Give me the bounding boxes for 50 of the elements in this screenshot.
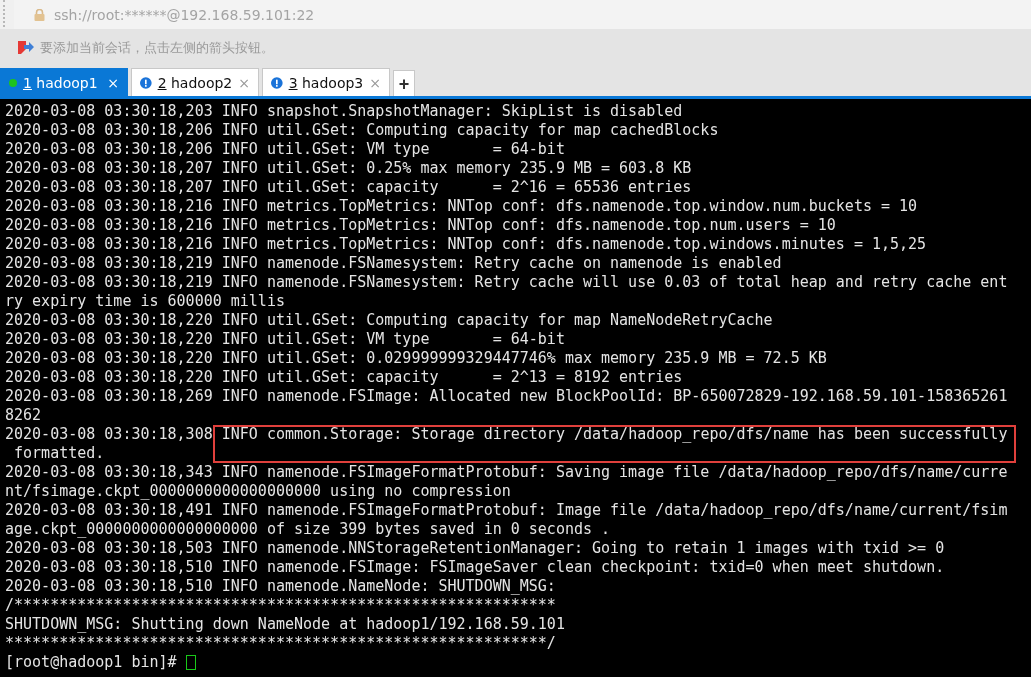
terminal-line: 2020-03-08 03:30:18,308 xyxy=(5,425,213,443)
terminal[interactable] xyxy=(0,99,1031,677)
terminal-line: 2020-03-08 03:30:18,220 INFO util.GSet: capacity = 2^13 = 8192 entries xyxy=(5,368,684,387)
terminal-line: 2020-03-08 03:30:18,207 INFO util.GSet: 0.25% max memory 235.9 MB = 603.8 KB xyxy=(5,159,693,178)
close-icon[interactable]: × xyxy=(238,74,250,91)
cursor xyxy=(185,655,196,670)
close-icon[interactable]: × xyxy=(107,74,119,91)
arrow-flag-icon[interactable] xyxy=(18,40,34,55)
terminal-line: formatted. xyxy=(13,444,106,463)
terminal-line: age.ckpt_0000000000000000000 of size 399 bytes saved in 0 seconds . xyxy=(5,520,612,539)
terminal-line: 2020-03-08 03:30:18,216 INFO metrics.TopMetrics: NNTop conf: dfs.namenode.top.window.num.buckets = 10 xyxy=(5,197,919,216)
close-icon[interactable]: × xyxy=(369,74,381,91)
shell-prompt: [root@hadoop1 bin]# xyxy=(5,653,178,672)
terminal-line: 2020-03-08 03:30:18,343 INFO namenode.FSImageFormatProtobuf: Saving image file /data/hadoop_repo/dfs/name/curre xyxy=(5,463,1009,482)
new-tab-button[interactable]: + xyxy=(393,70,415,96)
tab-label: 2 hadoop2 xyxy=(157,74,233,91)
terminal-line: 2020-03-08 03:30:18,206 INFO util.GSet: Computing capacity for map cachedBlocks xyxy=(5,121,720,140)
terminal-line: 2020-03-08 03:30:18,220 INFO util.GSet: 0.029999999329447746% max memory 235.9 MB = 72.5 KB xyxy=(5,349,828,368)
session-tab[interactable]: 2 hadoop2 × xyxy=(131,68,259,96)
session-tab[interactable]: 1 hadoop1 × xyxy=(0,68,128,96)
session-tab[interactable]: 3 hadoop3 × xyxy=(262,68,390,96)
terminal-line: INFO common.Storage: Storage directory /data/hadoop_repo/dfs/name has been successfully xyxy=(221,425,1008,443)
terminal-line: SHUTDOWN_MSG: Shutting down NameNode at hadoop1/192.168.59.101 xyxy=(5,615,566,634)
terminal-line: 2020-03-08 03:30:18,220 INFO util.GSet: VM type = 64-bit xyxy=(5,330,566,349)
terminal-line: 2020-03-08 03:30:18,503 INFO namenode.NNStorageRetentionManager: Going to retain 1 images with txid >= 0 xyxy=(5,539,946,558)
terminal-line: 2020-03-08 03:30:18,269 INFO namenode.FSImage: Allocated new BlockPoolId: BP-650072829-192.168.59.101-158365261 xyxy=(5,387,1009,406)
terminal-line: /************************************************************ xyxy=(5,596,557,615)
terminal-line: 2020-03-08 03:30:18,207 INFO util.GSet: capacity = 2^16 = 65536 entries xyxy=(5,178,693,197)
hint-text: 要添加当前会话，点击左侧的箭头按钮。 xyxy=(40,38,274,57)
terminal-line: ************************************************************/ xyxy=(5,634,557,653)
terminal-line: 8262 xyxy=(5,406,43,425)
terminal-line: 2020-03-08 03:30:18,220 INFO util.GSet: Computing capacity for map NameNodeRetryCache xyxy=(5,311,774,330)
status-dot-icon xyxy=(9,78,17,87)
tab-label: 3 hadoop3 xyxy=(288,74,364,91)
lock-icon xyxy=(34,8,45,21)
terminal-line: ry expiry time is 600000 millis xyxy=(5,292,286,311)
terminal-line: 2020-03-08 03:30:18,219 INFO namenode.FSNamesystem: Retry cache on namenode is enabled xyxy=(5,254,783,273)
terminal-line: 2020-03-08 03:30:18,491 INFO namenode.FSImageFormatProtobuf: Image file /data/hadoop_repo/dfs/name/current/fsim xyxy=(5,501,1009,520)
terminal-line: 2020-03-08 03:30:18,216 INFO metrics.TopMetrics: NNTop conf: dfs.namenode.top.num.users = 10 xyxy=(5,216,837,235)
terminal-line: 2020-03-08 03:30:18,510 INFO namenode.FSImage: FSImageSaver clean checkpoint: txid=0 when meet shutdown. xyxy=(5,558,946,577)
terminal-line: nt/fsimage.ckpt_0000000000000000000 using no compression xyxy=(5,482,512,501)
terminal-line: 2020-03-08 03:30:18,206 INFO util.GSet: VM type = 64-bit xyxy=(5,140,566,159)
terminal-line: 2020-03-08 03:30:18,216 INFO metrics.TopMetrics: NNTop conf: dfs.namenode.top.windows.minutes = 1,5,25 xyxy=(5,235,928,254)
alert-icon xyxy=(271,75,283,90)
tab-label: 1 hadoop1 xyxy=(23,74,99,91)
address-text: ssh://root:******@192.168.59.101:22 xyxy=(54,6,315,23)
terminal-line: 2020-03-08 03:30:18,203 INFO snapshot.SnapshotManager: SkipList is disabled xyxy=(5,102,684,121)
terminal-line: 2020-03-08 03:30:18,219 INFO namenode.FSNamesystem: Retry cache will use 0.03 of total heap and retry cache ent xyxy=(5,273,1009,292)
terminal-line: 2020-03-08 03:30:18,510 INFO namenode.NameNode: SHUTDOWN_MSG: xyxy=(5,577,557,596)
alert-icon xyxy=(140,75,152,90)
